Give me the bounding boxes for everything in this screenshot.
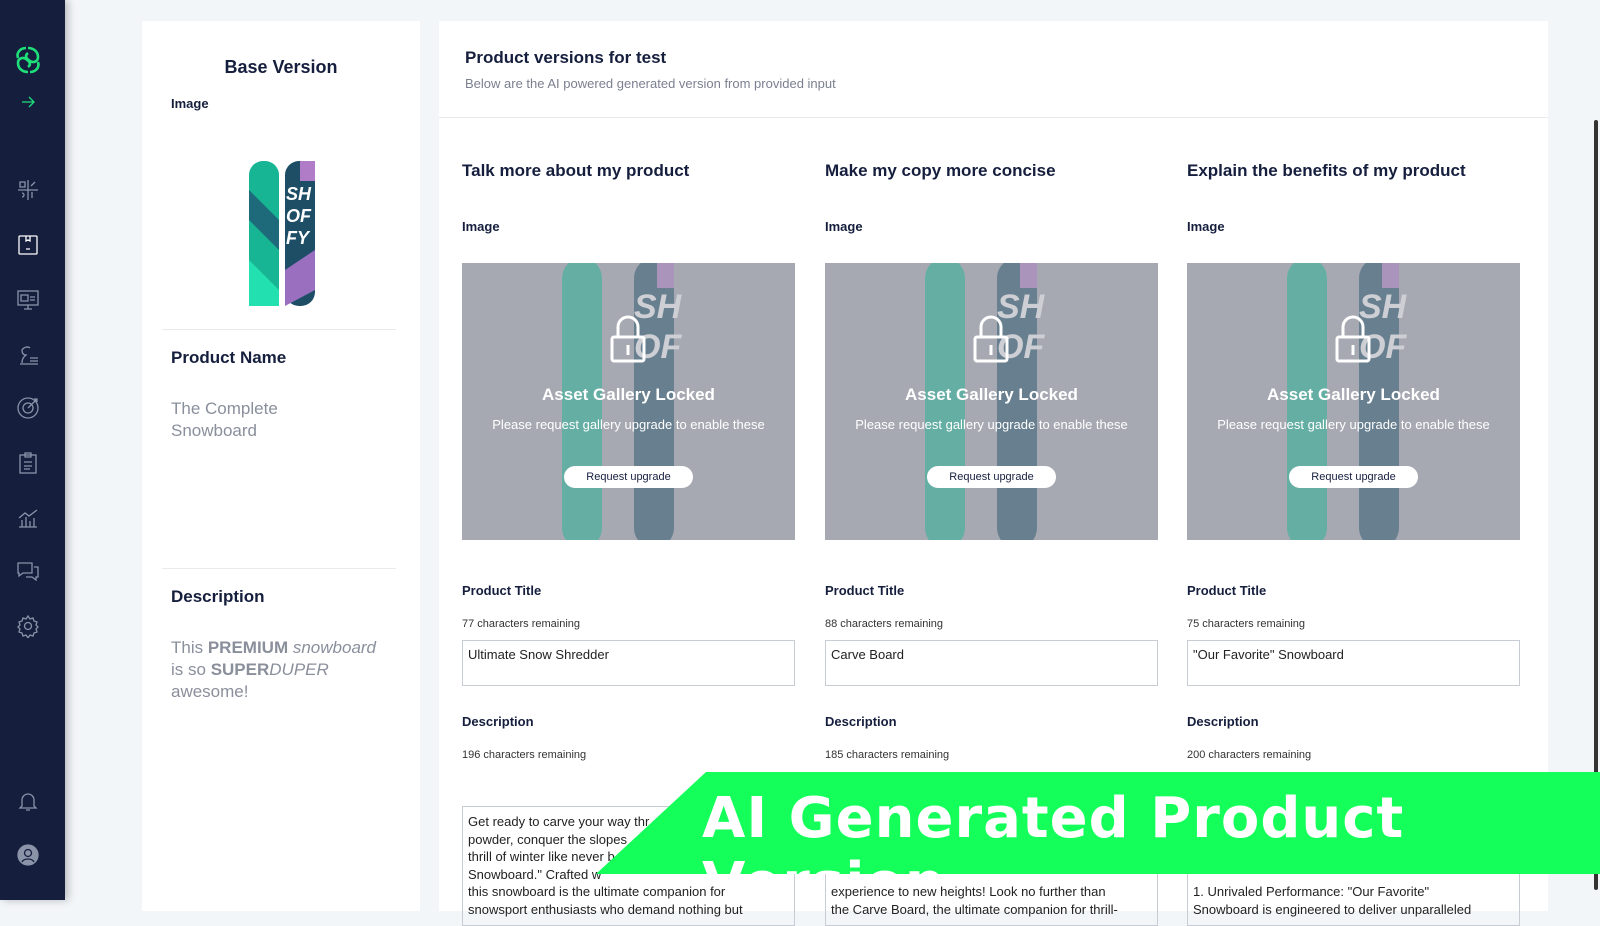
product-title-label: Product Title <box>825 583 905 598</box>
title-characters-remaining: 88 characters remaining <box>825 618 944 630</box>
svg-text:SH: SH <box>286 184 312 204</box>
locked-asset-gallery: SH OF Asset Gallery Locked Please request… <box>462 263 795 540</box>
product-title-input[interactable]: "Our Favorite" Snowboard <box>1187 640 1520 686</box>
description-characters-remaining: 200 characters remaining <box>1187 749 1312 761</box>
version-column: Make my copy more concise Image SH OF Ass… <box>825 161 1158 926</box>
chat-icon[interactable] <box>16 559 40 583</box>
description-label: Description <box>825 714 897 729</box>
display-ad-icon[interactable] <box>16 288 40 312</box>
request-upgrade-button[interactable]: Request upgrade <box>1289 466 1418 488</box>
svg-text:OF: OF <box>286 206 312 226</box>
product-name-value: The Complete Snowboard <box>171 399 278 440</box>
request-upgrade-button[interactable]: Request upgrade <box>927 466 1056 488</box>
image-label: Image <box>171 96 209 111</box>
version-heading: Talk more about my product <box>462 161 690 180</box>
versions-header: Product versions for test Below are the … <box>439 21 1548 118</box>
analytics-chart-icon[interactable] <box>16 506 40 530</box>
locked-message: Please request gallery upgrade to enable… <box>855 417 1128 432</box>
ai-generated-banner: AI Generated Product Version <box>596 772 1600 874</box>
product-name-label: Product Name <box>171 348 287 367</box>
lock-icon <box>1335 315 1371 363</box>
base-version-panel: Base Version Image SH OF FY Product Name… <box>142 21 420 911</box>
expand-arrow-icon[interactable] <box>16 90 40 114</box>
page-title: Product versions for test <box>465 48 667 67</box>
base-version-title: Base Version <box>224 57 338 77</box>
product-title-input[interactable]: Ultimate Snow Shredder <box>462 640 795 686</box>
marketing-mix-icon[interactable] <box>16 178 40 202</box>
lock-icon <box>610 315 646 363</box>
version-column: Talk more about my product Image SH OF As… <box>462 161 795 926</box>
locked-asset-gallery: SH OF Asset Gallery Locked Please request… <box>825 263 1158 540</box>
request-upgrade-button[interactable]: Request upgrade <box>564 466 693 488</box>
image-label: Image <box>1187 219 1225 234</box>
product-title-input[interactable]: Carve Board <box>825 640 1158 686</box>
title-characters-remaining: 77 characters remaining <box>462 618 581 630</box>
product-title-label: Product Title <box>462 583 542 598</box>
description-characters-remaining: 185 characters remaining <box>825 749 950 761</box>
version-column: Explain the benefits of my product Image… <box>1187 161 1520 926</box>
description-characters-remaining: 196 characters remaining <box>462 749 587 761</box>
bell-icon[interactable] <box>16 789 40 813</box>
version-heading: Make my copy more concise <box>825 161 1056 180</box>
description-value: This PREMIUM snowboard is so SUPERDUPER … <box>171 638 377 701</box>
user-avatar-icon[interactable] <box>16 843 40 867</box>
product-name-section: Product Name The Complete Snowboard <box>162 329 396 569</box>
locked-title: Asset Gallery Locked <box>905 385 1078 404</box>
locked-asset-gallery: SH OF Asset Gallery Locked Please request… <box>1187 263 1520 540</box>
page-subtitle: Below are the AI powered generated versi… <box>465 76 836 91</box>
description-label: Description <box>462 714 534 729</box>
product-title-label: Product Title <box>1187 583 1267 598</box>
description-section: Description This PREMIUM snowboard is so… <box>162 568 396 721</box>
snowboard-image: SH OF FY <box>249 161 315 306</box>
lock-icon <box>973 315 1009 363</box>
clipboard-icon[interactable] <box>16 451 40 475</box>
locked-message: Please request gallery upgrade to enable… <box>1217 417 1490 432</box>
scrollbar[interactable] <box>1592 0 1600 900</box>
image-label: Image <box>825 219 863 234</box>
settings-gear-icon[interactable] <box>16 614 40 640</box>
locked-title: Asset Gallery Locked <box>542 385 715 404</box>
locked-title: Asset Gallery Locked <box>1267 385 1440 404</box>
logo-icon[interactable] <box>12 44 44 76</box>
description-label: Description <box>171 587 265 606</box>
sidebar <box>0 0 65 900</box>
product-box-icon[interactable] <box>16 233 40 257</box>
target-icon[interactable] <box>16 396 40 420</box>
version-heading: Explain the benefits of my product <box>1187 161 1466 180</box>
locked-message: Please request gallery upgrade to enable… <box>492 417 765 432</box>
strategy-chess-icon[interactable] <box>16 343 40 367</box>
image-label: Image <box>462 219 500 234</box>
description-label: Description <box>1187 714 1259 729</box>
title-characters-remaining: 75 characters remaining <box>1187 618 1306 630</box>
svg-text:FY: FY <box>286 228 311 248</box>
